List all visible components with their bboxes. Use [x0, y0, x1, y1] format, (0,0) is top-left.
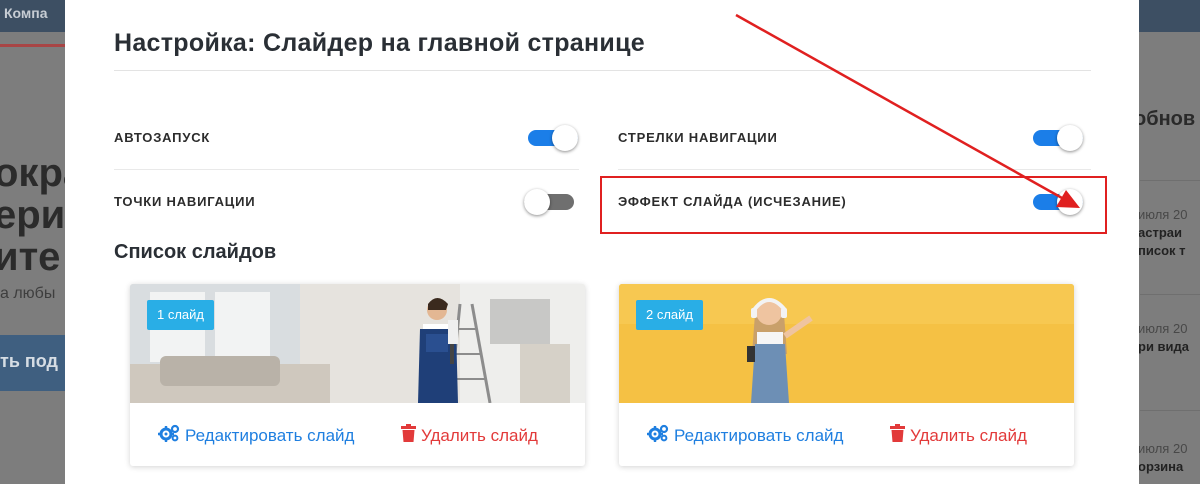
- background-news-item: июля 20 ри вида: [1138, 320, 1189, 356]
- background-top-bar-text: Компа: [4, 5, 48, 21]
- slide-card-actions: Редактировать слайд Удалить слайд: [619, 403, 1074, 466]
- nav-dots-toggle[interactable]: [524, 188, 574, 216]
- toggle-knob: [1057, 125, 1083, 151]
- background-news-title: ри вида: [1138, 339, 1190, 354]
- slide-image-1: 1 слайд: [130, 284, 585, 403]
- background-heading-line: ите: [0, 235, 61, 279]
- delete-slide-link[interactable]: Удалить слайд: [401, 424, 538, 447]
- nav-arrows-toggle[interactable]: [1033, 124, 1083, 152]
- slide-card-1: 1 слайд Редактировать слайд Удалить слай…: [130, 284, 585, 466]
- trash-icon: [401, 424, 416, 447]
- background-right-bar: [1140, 0, 1200, 32]
- edit-slide-label: Редактировать слайд: [185, 425, 355, 445]
- slider-settings-modal: Настройка: Слайдер на главной странице А…: [65, 0, 1139, 484]
- background-news-title: писок т: [1138, 243, 1186, 258]
- background-divider: [1140, 410, 1200, 411]
- slide-card-2: 2 слайд Редактировать слайд Удалить слай…: [619, 284, 1074, 466]
- delete-slide-link[interactable]: Удалить слайд: [890, 424, 1027, 447]
- delete-slide-label: Удалить слайд: [421, 425, 538, 445]
- background-news-date: июля 20: [1138, 441, 1188, 456]
- background-news-title: орзина: [1138, 459, 1184, 474]
- background-news-date: июля 20: [1138, 321, 1188, 336]
- background-accent-line: [0, 44, 70, 47]
- slide-badge: 1 слайд: [147, 300, 215, 330]
- autoplay-label: АВТОЗАПУСК: [114, 130, 211, 145]
- background-news-item: июля 20 орзина: [1138, 440, 1187, 476]
- annotation-highlight-box: [600, 176, 1107, 234]
- slide-image-2: 2 слайд: [619, 284, 1074, 403]
- background-button: ть под: [0, 335, 66, 391]
- background-paragraph: а любы: [0, 285, 56, 302]
- nav-dots-label: ТОЧКИ НАВИГАЦИИ: [114, 194, 256, 209]
- background-news-item: июля 20 астраи писок т: [1138, 206, 1187, 260]
- slide-badge: 2 слайд: [636, 300, 704, 330]
- nav-arrows-label: СТРЕЛКИ НАВИГАЦИИ: [618, 130, 778, 145]
- edit-slide-link[interactable]: Редактировать слайд: [158, 424, 354, 447]
- background-news-title: астраи: [1138, 225, 1182, 240]
- toggle-knob: [524, 189, 550, 215]
- row-divider: [618, 169, 1091, 170]
- gears-icon: [158, 424, 180, 447]
- title-divider: [114, 70, 1091, 71]
- trash-icon: [890, 424, 905, 447]
- edit-slide-link[interactable]: Редактировать слайд: [647, 424, 843, 447]
- gears-icon: [647, 424, 669, 447]
- toggle-knob: [552, 125, 578, 151]
- slide-card-actions: Редактировать слайд Удалить слайд: [130, 403, 585, 466]
- delete-slide-label: Удалить слайд: [910, 425, 1027, 445]
- background-news-date: июля 20: [1138, 207, 1188, 222]
- background-right-heading: обнов: [1134, 108, 1196, 130]
- modal-title: Настройка: Слайдер на главной странице: [114, 29, 645, 57]
- background-right-column: обнов июля 20 астраи писок т июля 20 ри …: [1134, 0, 1200, 484]
- slides-section-title: Список слайдов: [114, 241, 277, 263]
- autoplay-toggle[interactable]: [528, 124, 578, 152]
- row-divider: [114, 169, 579, 170]
- background-divider: [1140, 294, 1200, 295]
- background-divider: [1140, 180, 1200, 181]
- edit-slide-label: Редактировать слайд: [674, 425, 844, 445]
